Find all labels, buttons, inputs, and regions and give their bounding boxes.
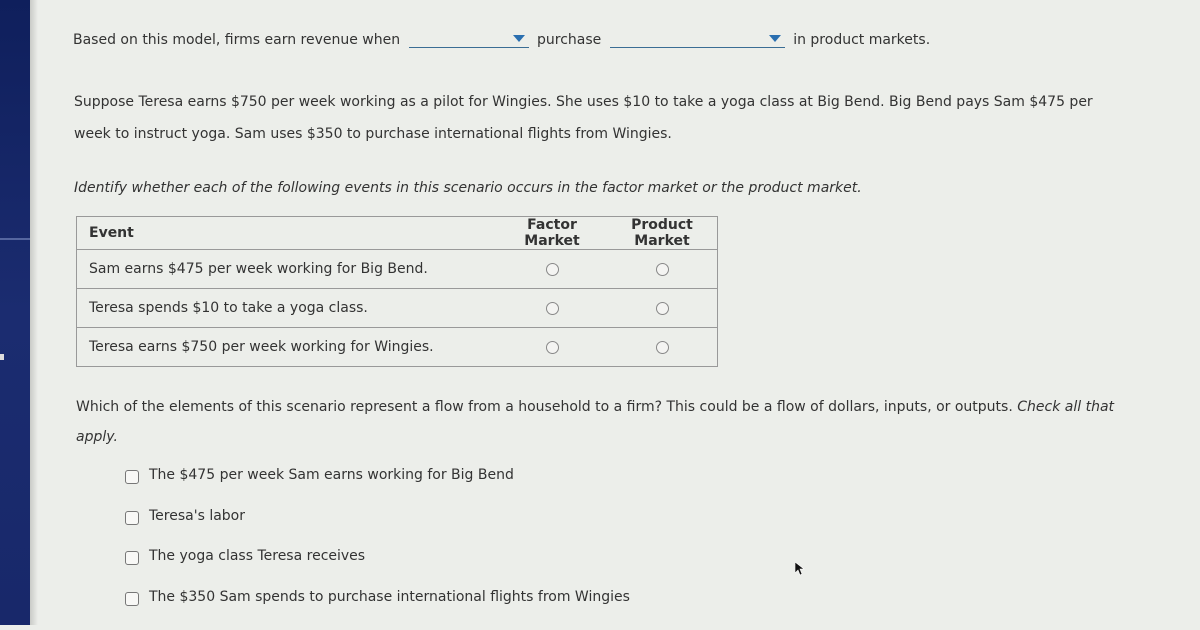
market-instruction: Identify whether each of the following e… bbox=[74, 180, 862, 196]
product-market-radio[interactable] bbox=[655, 301, 669, 315]
left-sidebar bbox=[0, 0, 30, 625]
question-revenue: Based on this model, firms earn revenue … bbox=[73, 27, 930, 48]
flow-option[interactable]: Teresa's labor bbox=[125, 508, 630, 548]
product-market-radio[interactable] bbox=[655, 340, 669, 354]
question-middle: purchase bbox=[537, 32, 602, 48]
option-label: The yoga class Teresa receives bbox=[149, 548, 366, 564]
sidebar-marker bbox=[0, 354, 4, 360]
scenario-text: Suppose Teresa earns $750 per week worki… bbox=[74, 94, 1093, 142]
product-market-radio[interactable] bbox=[655, 262, 669, 276]
checkbox[interactable] bbox=[125, 470, 139, 484]
sidebar-divider bbox=[0, 238, 30, 240]
revenue-who-dropdown[interactable] bbox=[408, 27, 529, 48]
flow-options: The $475 per week Sam earns working for … bbox=[125, 467, 630, 630]
flow-question-prompt: Which of the elements of this scenario r… bbox=[76, 399, 1013, 415]
sidebar-shadow bbox=[30, 0, 38, 625]
flow-option[interactable]: The $350 Sam spends to purchase internat… bbox=[125, 589, 630, 630]
question-prefix: Based on this model, firms earn revenue … bbox=[73, 32, 401, 48]
option-label: The $475 per week Sam earns working for … bbox=[149, 467, 514, 483]
revenue-what-dropdown[interactable] bbox=[609, 27, 785, 48]
option-label: The $350 Sam spends to purchase internat… bbox=[149, 589, 630, 605]
question-suffix: in product markets. bbox=[793, 32, 931, 48]
event-label: Teresa earns $750 per week working for W… bbox=[76, 327, 497, 367]
factor-market-radio[interactable] bbox=[545, 340, 559, 354]
flow-question: Which of the elements of this scenario r… bbox=[76, 392, 1116, 452]
flow-option[interactable]: The yoga class Teresa receives bbox=[125, 548, 630, 589]
checkbox[interactable] bbox=[125, 592, 139, 606]
table-row: Sam earns $475 per week working for Big … bbox=[76, 249, 718, 289]
factor-market-radio[interactable] bbox=[545, 262, 559, 276]
flow-option[interactable]: The $475 per week Sam earns working for … bbox=[125, 467, 630, 508]
option-label: Teresa's labor bbox=[149, 508, 245, 524]
chevron-down-icon bbox=[768, 35, 781, 42]
table-row: Teresa spends $10 to take a yoga class. bbox=[76, 288, 718, 328]
checkbox[interactable] bbox=[125, 511, 139, 525]
checkbox[interactable] bbox=[125, 551, 139, 565]
market-table: Event Factor Market Product Market Sam e… bbox=[76, 216, 718, 367]
factor-market-radio[interactable] bbox=[545, 301, 559, 315]
mouse-cursor-icon bbox=[795, 562, 805, 576]
event-label: Sam earns $475 per week working for Big … bbox=[76, 249, 497, 289]
header-factor-market: Factor Market bbox=[524, 217, 580, 249]
header-product-market: Product Market bbox=[631, 217, 693, 249]
chevron-down-icon bbox=[512, 35, 525, 42]
table-row: Teresa earns $750 per week working for W… bbox=[76, 327, 718, 367]
table-header-row: Event Factor Market Product Market bbox=[77, 217, 718, 250]
header-event: Event bbox=[89, 225, 134, 241]
event-label: Teresa spends $10 to take a yoga class. bbox=[76, 288, 497, 328]
